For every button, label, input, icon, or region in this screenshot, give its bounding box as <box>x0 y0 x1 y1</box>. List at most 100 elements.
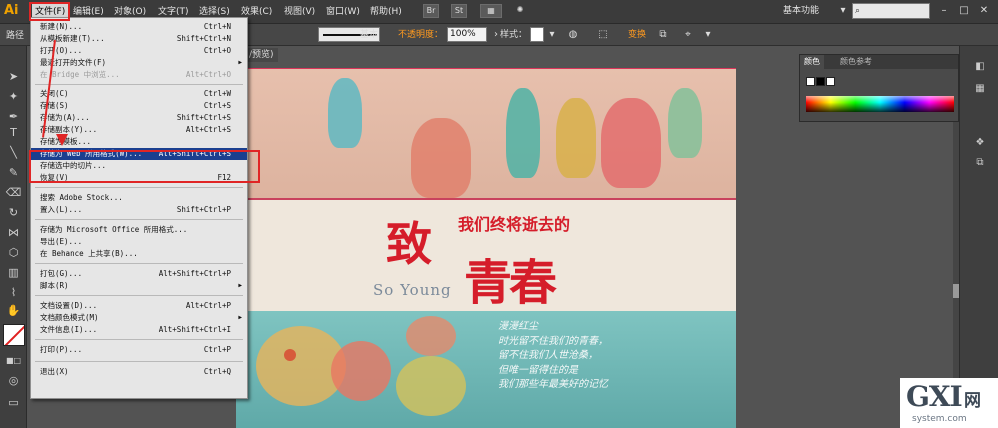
file-menu-item-recent[interactable]: 最近打开的文件(F) ▶ <box>31 57 247 69</box>
file-menu-item-adobe-stock[interactable]: 搜索 Adobe Stock... <box>31 192 247 204</box>
menu-view[interactable]: 视图(V) <box>284 4 315 20</box>
color-spectrum[interactable] <box>806 96 954 112</box>
file-menu: 新建(N)... Ctrl+N 从模板新建(T)... Shift+Ctrl+N 打… <box>30 17 248 399</box>
color-panel-icon[interactable]: ◧ <box>972 60 988 74</box>
rotate-tool-icon[interactable]: ↻ <box>5 204 22 221</box>
menu-separator <box>35 263 243 264</box>
poem-line: 留不住我们人世沧桑， <box>498 350 598 361</box>
menu-window[interactable]: 窗口(W) <box>326 4 360 20</box>
gpu-performance-icon[interactable]: ✺ <box>512 4 528 18</box>
file-menu-item-package[interactable]: 打包(G)... Alt+Shift+Ctrl+P <box>31 268 247 280</box>
layers-icon[interactable]: ❖ <box>972 136 988 150</box>
stock-search-input[interactable]: ⌕ <box>852 3 930 19</box>
magic-wand-icon[interactable]: ✦ <box>5 88 22 105</box>
file-menu-item-document-setup[interactable]: 文档设置(D)... Alt+Ctrl+P <box>31 300 247 312</box>
watermark-cn: 网 <box>964 391 981 411</box>
annotation-box-save-for-web <box>29 150 260 183</box>
tools-panel: ➤ ✦ ✒ T ╲ ✎ ⌫ ↻ ⋈ ⬡ ▥ ⌇ ✋ ■□ ◎ ▭ <box>0 46 27 428</box>
file-menu-item-new-from-template[interactable]: 从模板新建(T)... Shift+Ctrl+N <box>31 33 247 45</box>
graph-tool-icon[interactable]: ▥ <box>5 264 22 281</box>
type-tool-icon[interactable]: T <box>5 124 22 141</box>
selection-tool-icon[interactable]: ➤ <box>5 68 22 85</box>
menu-separator <box>35 339 243 340</box>
poem-line: 时光留不住我们的青春， <box>498 335 608 347</box>
site-watermark: GXI 网 system.com <box>900 378 998 428</box>
dancer-figure <box>328 78 362 148</box>
recolor-artwork-icon[interactable]: ◍ <box>565 28 581 42</box>
pen-tool-icon[interactable]: ✒ <box>5 108 22 125</box>
file-menu-item-color-mode[interactable]: 文档颜色模式(M) ▶ <box>31 312 247 324</box>
poem-line: 漫漫红尘 <box>498 321 538 332</box>
style-label: 样式： <box>500 30 528 40</box>
arrange-documents-icon[interactable]: ▦ <box>480 4 502 18</box>
file-menu-item-save[interactable]: 存储(S) Ctrl+S <box>31 100 247 112</box>
fill-stroke-swatch[interactable] <box>3 324 25 346</box>
width-tool-icon[interactable]: ⋈ <box>5 224 22 241</box>
screen-mode-icon[interactable]: ▭ <box>5 394 22 411</box>
black-swatch[interactable] <box>816 77 825 86</box>
watermark-domain: system.com <box>912 414 967 424</box>
bridge-button[interactable]: Br <box>423 4 439 18</box>
stock-button[interactable]: St <box>451 4 467 18</box>
document-tab[interactable]: /预览) <box>245 48 278 62</box>
color-panel-tabs: 颜色 颜色参考 <box>800 55 958 69</box>
transform-link[interactable]: 变换 <box>628 29 646 41</box>
dancer-figure <box>668 88 702 158</box>
poem-line: 但唯一留得住的是 <box>498 364 578 376</box>
poem-text: 漫漫红尘 时光留不住我们的青春， 留不住我们人世沧桑， 但唯一留得住的是 我们那… <box>498 320 728 393</box>
poem-line: 我们那些年最美好的记忆 <box>498 379 608 390</box>
draw-mode-icon[interactable]: ◎ <box>5 372 22 389</box>
file-menu-item-save-office[interactable]: 存储为 Microsoft Office 所用格式... <box>31 224 247 236</box>
hand-tool-icon[interactable]: ✋ <box>5 302 22 319</box>
pencil-tool-icon[interactable]: ✎ <box>5 164 22 181</box>
top-photo-band <box>236 68 736 198</box>
minimize-icon[interactable]: – <box>936 3 952 18</box>
opacity-label[interactable]: 不透明度： <box>398 29 443 41</box>
menu-separator <box>35 187 243 188</box>
dancer-figure <box>601 98 661 188</box>
file-menu-item-print[interactable]: 打印(P)... Ctrl+P <box>31 344 247 356</box>
workspace-dropdown-icon[interactable]: ▾ <box>835 3 851 18</box>
map-blob <box>396 356 466 416</box>
file-menu-item-new[interactable]: 新建(N)... Ctrl+N <box>31 21 247 33</box>
maximize-icon[interactable]: □ <box>956 3 972 18</box>
file-menu-item-exit[interactable]: 退出(X) Ctrl+Q <box>31 366 247 378</box>
opacity-input[interactable]: 100% <box>447 27 487 42</box>
selection-type-label: 路径 <box>6 31 25 41</box>
file-menu-item-behance[interactable]: 在 Behance 上共享(B)... <box>31 248 247 260</box>
line-tool-icon[interactable]: ╲ <box>5 144 22 161</box>
search-icon: ⌕ <box>855 6 861 16</box>
selection-edge <box>236 68 736 69</box>
artboards-icon[interactable]: ⧉ <box>972 156 988 170</box>
color-mode-icon[interactable]: ■□ <box>5 352 22 369</box>
none-swatch[interactable] <box>806 77 815 86</box>
eyedropper-icon[interactable]: ⌇ <box>5 284 22 301</box>
tab-color-guide[interactable]: 颜色参考 <box>836 55 876 69</box>
file-menu-item-file-info[interactable]: 文件信息(I)... Alt+Shift+Ctrl+I <box>31 324 247 336</box>
dancer-figure <box>556 98 596 178</box>
eraser-tool-icon[interactable]: ⌫ <box>5 184 22 201</box>
style-dropdown-icon[interactable]: ▾ <box>544 28 560 42</box>
map-blob <box>331 341 391 401</box>
panel-menu-icon[interactable]: ▾ <box>700 28 716 42</box>
transform-options-icon[interactable]: ⧉ <box>655 28 671 42</box>
menu-help[interactable]: 帮助(H) <box>370 4 402 20</box>
right-dock: ◧ ▦ ❖ ⧉ <box>959 46 998 428</box>
file-menu-item-export[interactable]: 导出(E)... <box>31 236 247 248</box>
menu-separator <box>35 84 243 85</box>
artboard[interactable]: 我们终将逝去的 致 青春 So Young 漫漫红尘 时光留不住我们的青春， 留… <box>236 68 736 428</box>
isolate-icon[interactable]: ⌖ <box>680 28 696 42</box>
file-menu-item-save-as[interactable]: 存储为(A)... Shift+Ctrl+S <box>31 112 247 124</box>
tab-color[interactable]: 颜色 <box>800 55 824 69</box>
file-menu-item-open[interactable]: 打开(O)... Ctrl+O <box>31 45 247 57</box>
close-icon[interactable]: ✕ <box>976 3 992 18</box>
swatches-icon[interactable]: ▦ <box>972 82 988 96</box>
white-swatch[interactable] <box>826 77 835 86</box>
workspace-switcher[interactable]: 基本功能 <box>783 4 819 18</box>
file-menu-item-scripts[interactable]: 脚本(R) ▶ <box>31 280 247 292</box>
file-menu-item-place[interactable]: 置入(L)... Shift+Ctrl+P <box>31 204 247 216</box>
file-menu-item-close[interactable]: 关闭(C) Ctrl+W <box>31 88 247 100</box>
graphic-style-swatch[interactable] <box>530 27 544 42</box>
shape-builder-icon[interactable]: ⬡ <box>5 244 22 261</box>
align-to-icon[interactable]: ⬚ <box>595 28 611 42</box>
